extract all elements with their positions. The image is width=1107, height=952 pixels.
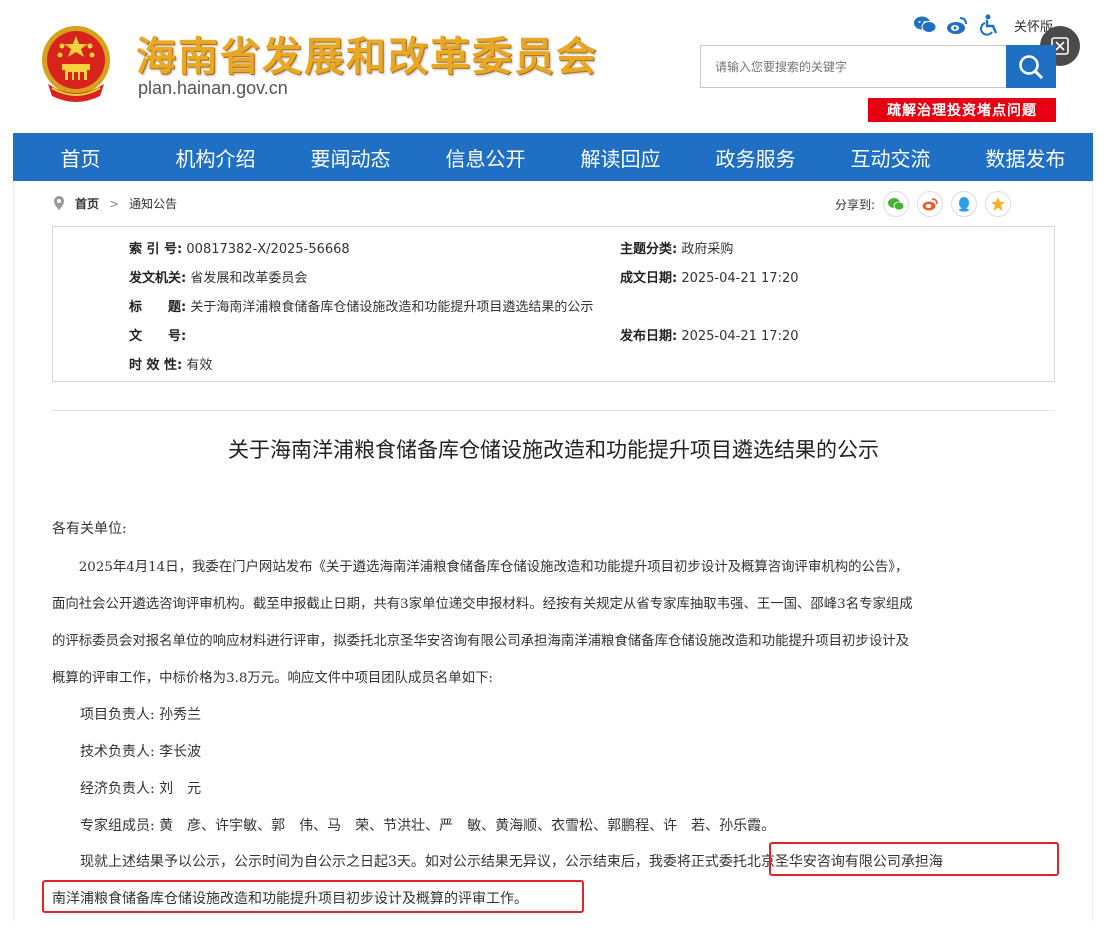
- breadcrumb-current[interactable]: 通知公告: [129, 195, 177, 212]
- info-issuer: 发文机关: 省发展和改革委员会: [129, 271, 308, 286]
- search-button[interactable]: [1006, 45, 1056, 88]
- info-topic: 主题分类: 政府采购: [620, 242, 734, 257]
- highlight-box: [769, 842, 1059, 876]
- info-index: 索 引 号: 00817382-X/2025-56668: [129, 242, 350, 257]
- info-created-date: 成文日期: 2025-04-21 17:20: [620, 271, 799, 286]
- expert-members: 专家组成员: 黄 彦、许宇敏、郭 伟、马 荣、节洪壮、严 敏、黄海顺、衣雪松、郭…: [52, 818, 776, 834]
- paragraph-line: 2025年4月14日，我委在门户网站发布《关于遴选海南洋浦粮食储备库仓储设施改造…: [52, 560, 909, 575]
- nav-item-interpretation[interactable]: 解读回应: [553, 143, 688, 172]
- info-validity: 时 效 性: 有效: [129, 358, 213, 373]
- search-icon: [1019, 54, 1044, 79]
- location-pin-icon: [54, 196, 64, 210]
- nav-item-interaction[interactable]: 互动交流: [823, 143, 958, 172]
- national-emblem-icon: [42, 26, 110, 102]
- site-url: plan.hainan.gov.cn: [138, 78, 288, 98]
- search-box: [700, 45, 1008, 88]
- share-wechat-icon[interactable]: [883, 191, 910, 217]
- announcement-text: 现就上述结果予以公示，公示时间为自公示之日起3天。如对公示结果无异议，公示结束后…: [52, 854, 691, 870]
- info-published-date: 发布日期: 2025-04-21 17:20: [620, 329, 799, 344]
- site-header: 海南省发展和改革委员会 plan.hainan.gov.cn 关怀版 疏解治理投…: [0, 0, 1107, 132]
- project-lead: 项目负责人: 孙秀兰: [52, 707, 202, 723]
- document-info-box: 索 引 号: 00817382-X/2025-56668 主题分类: 政府采购 …: [52, 226, 1055, 382]
- nav-item-about[interactable]: 机构介绍: [148, 143, 283, 172]
- top-icons: 关怀版: [914, 14, 1053, 36]
- nav-item-news[interactable]: 要闻动态: [283, 143, 418, 172]
- greeting: 各有关单位:: [52, 521, 127, 537]
- search-input[interactable]: [701, 46, 1007, 87]
- nav-item-disclosure[interactable]: 信息公开: [418, 143, 553, 172]
- breadcrumb: 首页 > 通知公告: [75, 195, 177, 212]
- info-doc-number: 文 号:: [129, 329, 187, 344]
- breadcrumb-home[interactable]: 首页: [75, 195, 99, 212]
- share-favorite-icon[interactable]: [985, 191, 1012, 217]
- breadcrumb-bar: 首页 > 通知公告 分享到:: [13, 181, 1093, 226]
- share-weibo-icon[interactable]: [917, 191, 944, 217]
- wechat-icon[interactable]: [914, 14, 936, 36]
- weibo-icon[interactable]: [946, 14, 968, 36]
- site-title: 海南省发展和改革委员会: [136, 34, 598, 80]
- share-bar: 分享到:: [835, 191, 1012, 217]
- nav-item-services[interactable]: 政务服务: [688, 143, 823, 172]
- paragraph-line: 面向社会公开遴选咨询评审机构。截至申报截止日期，共有3家单位递交申报材料。经按有…: [52, 597, 913, 612]
- accessibility-icon[interactable]: [978, 14, 1000, 36]
- share-label: 分享到:: [835, 197, 876, 212]
- highlight-box: [42, 880, 584, 913]
- breadcrumb-separator: >: [109, 196, 120, 211]
- paragraph-line: 的评标委员会对报名单位的响应材料进行评审，拟委托北京圣华安咨询有限公司承担海南洋…: [52, 634, 909, 649]
- investment-issue-banner[interactable]: 疏解治理投资堵点问题: [868, 98, 1056, 122]
- info-title: 标 题: 关于海南洋浦粮食储备库仓储设施改造和功能提升项目遴选结果的公示: [129, 300, 594, 315]
- nav-item-home[interactable]: 首页: [13, 143, 148, 172]
- main-nav: 首页 机构介绍 要闻动态 信息公开 解读回应 政务服务 互动交流 数据发布: [13, 133, 1093, 181]
- tech-lead: 技术负责人: 李长波: [52, 744, 202, 760]
- paragraph-line: 概算的评审工作，中标价格为3.8万元。响应文件中项目团队成员名单如下:: [52, 671, 493, 686]
- share-qq-icon[interactable]: [951, 191, 978, 217]
- nav-item-data[interactable]: 数据发布: [958, 143, 1093, 172]
- divider: [52, 410, 1055, 411]
- article-title: 关于海南洋浦粮食储备库仓储设施改造和功能提升项目遴选结果的公示: [228, 438, 879, 462]
- econ-lead: 经济负责人: 刘 元: [52, 781, 202, 797]
